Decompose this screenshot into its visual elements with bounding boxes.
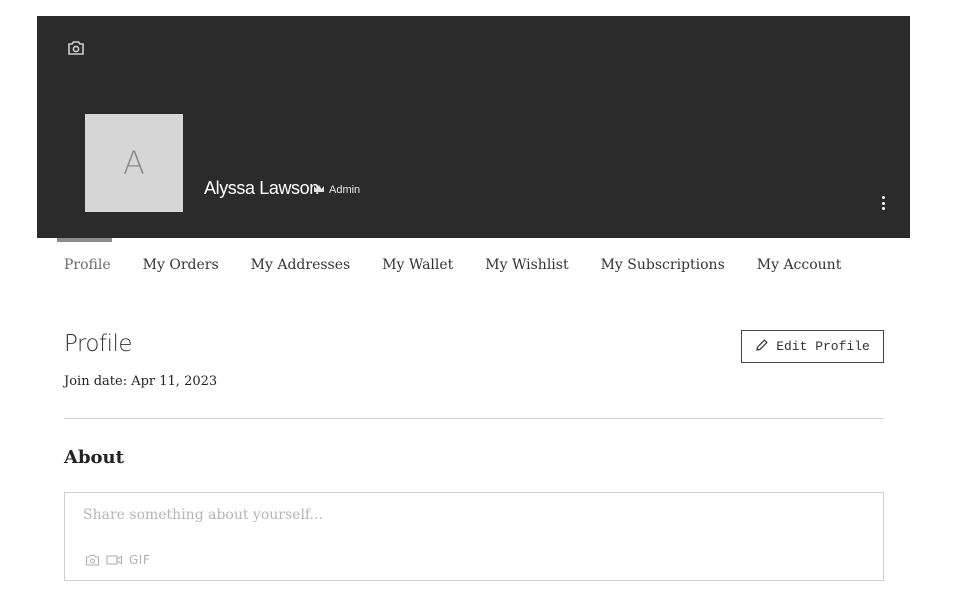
camera-icon[interactable] [67,40,85,56]
edit-profile-button[interactable]: Edit Profile [741,330,884,363]
tab-profile[interactable]: Profile [57,238,127,288]
role-badge: Admin [313,184,360,196]
avatar[interactable]: A [85,114,183,212]
tab-my-subscriptions[interactable]: My Subscriptions [585,238,741,288]
role-label: Admin [329,184,361,196]
edit-profile-label: Edit Profile [776,339,870,354]
tab-my-addresses[interactable]: My Addresses [235,238,367,288]
more-vertical-icon[interactable] [878,194,888,212]
about-input[interactable] [83,507,863,523]
avatar-initial: A [123,144,145,182]
join-date: Join date: Apr 11, 2023 [64,374,218,389]
divider [64,418,884,419]
page-title: Profile [64,331,133,357]
profile-tabs: Profile My Orders My Addresses My Wallet… [57,238,857,288]
crown-icon [313,184,325,196]
about-title: About [64,447,124,468]
user-name: Alyssa Lawson [204,178,319,198]
tab-my-orders[interactable]: My Orders [127,238,235,288]
pencil-icon [755,338,769,356]
photo-icon[interactable] [85,554,100,566]
about-toolbar: GIF [85,553,150,567]
about-editor: GIF [64,492,884,581]
tab-my-wallet[interactable]: My Wallet [366,238,469,288]
cover-banner: A Alyssa Lawson Admin [37,16,910,238]
video-icon[interactable] [106,554,123,566]
tab-my-account[interactable]: My Account [741,238,858,288]
tab-my-wishlist[interactable]: My Wishlist [469,238,584,288]
gif-button[interactable]: GIF [129,553,150,567]
